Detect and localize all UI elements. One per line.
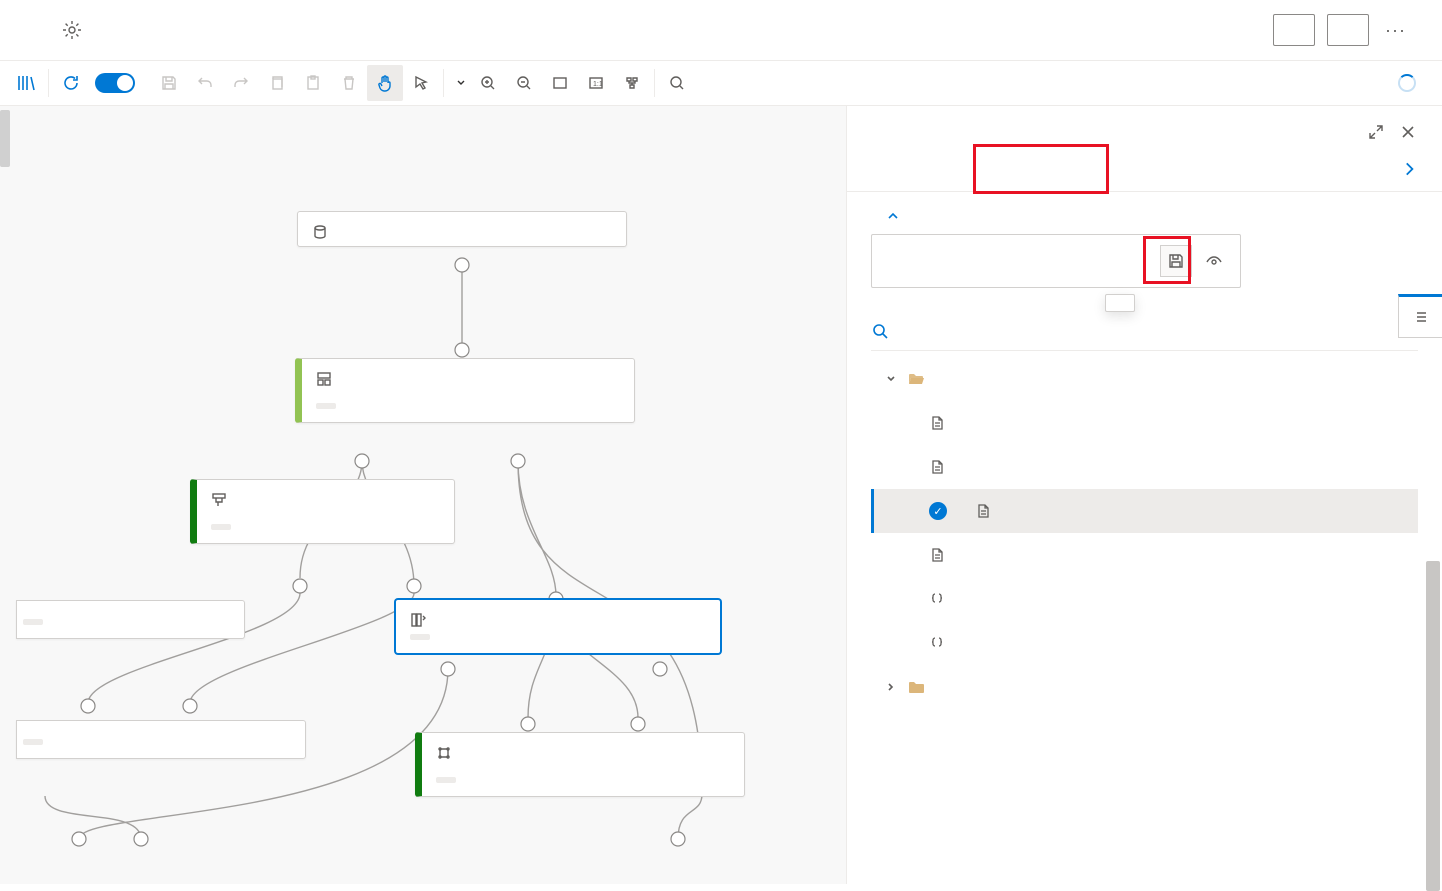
more-icon[interactable]: ··· [1385,20,1406,41]
status-badge [211,524,231,530]
fit-screen-icon[interactable] [542,65,578,101]
status-badge [436,777,456,783]
folder-open-icon [907,370,925,388]
node-desc [422,767,744,777]
expand-icon[interactable] [1368,124,1386,142]
scrollbar-thumb[interactable] [1426,561,1440,891]
close-icon[interactable] [1400,124,1418,142]
chevron-down-icon [885,373,897,385]
right-edge-tab[interactable] [1398,294,1442,338]
search-icon[interactable] [871,322,889,340]
status-badge [23,619,43,625]
paste-icon [295,65,331,101]
node-dataset[interactable] [297,211,627,247]
eye-icon [1205,252,1223,270]
status-badge [410,634,430,640]
details-panel: ✓ [846,106,1442,884]
hide-data-outputs-link[interactable] [883,210,899,222]
braces-icon [929,591,945,607]
tree-file[interactable] [871,445,1418,489]
folder-icon [907,678,925,696]
tree-folder-azureml-logs[interactable] [871,357,1418,401]
node-boosted-tree[interactable] [16,600,245,639]
highlight-outputs-tab [973,144,1109,194]
node-select-columns[interactable] [395,599,721,654]
actual-size-icon[interactable]: 1:1 [578,65,614,101]
node-train-model[interactable] [16,720,306,759]
file-icon [929,547,945,563]
zoom-in-icon[interactable] [470,65,506,101]
register-dataset-button[interactable] [1160,245,1192,277]
database-icon [312,224,328,240]
tooltip-register-dataset [1105,294,1135,312]
split-icon [316,371,332,387]
refresh-icon[interactable] [53,65,89,101]
delete-icon [331,65,367,101]
transform-icon [436,745,452,761]
pointer-icon[interactable] [403,65,439,101]
save-icon [1168,253,1184,269]
preview-button[interactable] [1202,249,1226,273]
search-icon[interactable] [659,65,695,101]
copy-icon [259,65,295,101]
file-icon [929,415,945,431]
tree-file[interactable] [871,577,1418,621]
chevron-right-icon [885,681,897,693]
tree-file[interactable] [871,533,1418,577]
publish-button[interactable] [1327,14,1369,46]
data-output-item [871,234,1241,288]
zoom-level[interactable] [452,78,466,88]
node-filter-feature[interactable] [190,479,455,544]
tree-file[interactable] [871,401,1418,445]
undo-icon [187,65,223,101]
node-split-data[interactable] [295,358,635,423]
node-desc [197,514,454,524]
cancel-run-button[interactable] [1273,14,1315,46]
file-icon [975,503,991,519]
node-apply-transform[interactable] [415,732,745,797]
columns-icon [410,612,426,628]
check-icon: ✓ [929,502,947,520]
autosave-toggle[interactable] [95,73,135,93]
tree-file[interactable] [871,621,1418,665]
status-badge [23,739,43,745]
status-badge [316,403,336,409]
redo-icon [223,65,259,101]
zoom-out-icon[interactable] [506,65,542,101]
tree-folder-logs[interactable] [871,665,1418,709]
tree-file-selected[interactable]: ✓ [871,489,1418,533]
gear-icon[interactable] [62,20,82,40]
braces-icon [929,635,945,651]
running-spinner-icon [1398,74,1416,92]
filter-icon [211,492,227,508]
pan-icon[interactable] [367,65,403,101]
tabs-scroll-right-icon[interactable] [1400,160,1418,178]
save-icon [151,65,187,101]
library-icon[interactable] [8,65,44,101]
autolayout-icon[interactable] [614,65,650,101]
list-icon [1413,309,1429,325]
svg-text:1:1: 1:1 [593,81,603,88]
node-desc [302,393,634,403]
file-icon [929,459,945,475]
